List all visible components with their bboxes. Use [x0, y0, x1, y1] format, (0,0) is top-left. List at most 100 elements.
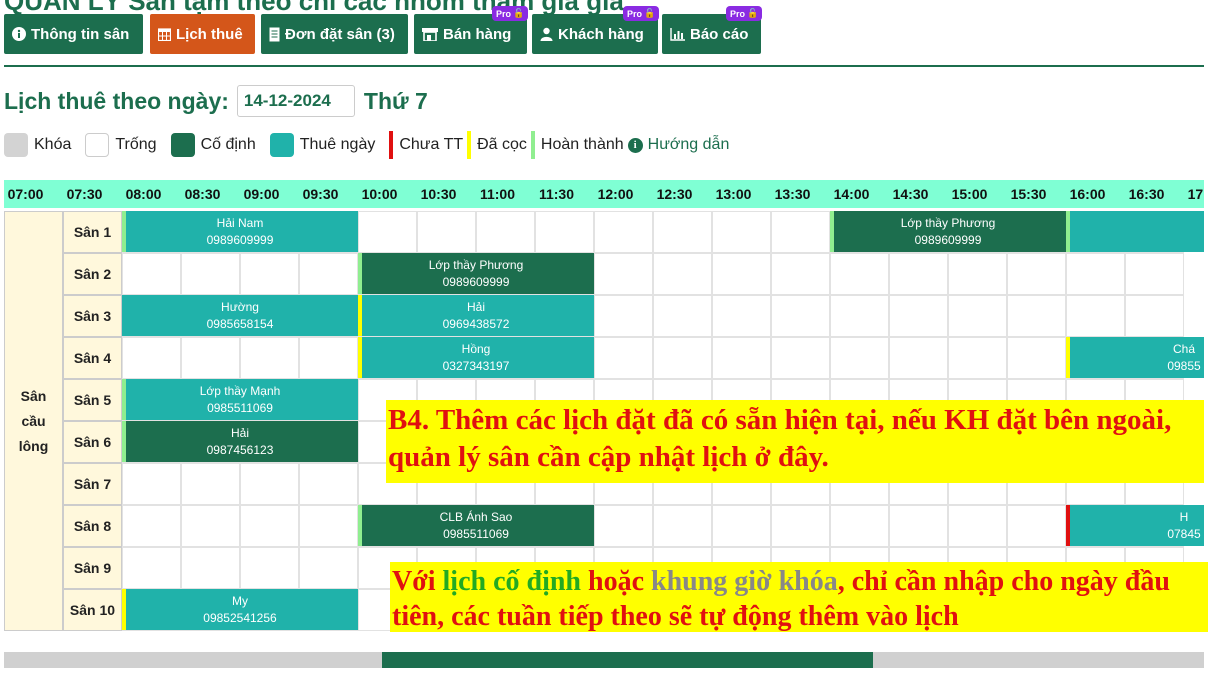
time-label: 07:30 — [66, 186, 103, 202]
time-slot-cell[interactable] — [830, 505, 889, 547]
time-slot-cell[interactable] — [122, 547, 181, 589]
date-input[interactable] — [236, 85, 355, 117]
time-slot-cell[interactable] — [653, 505, 712, 547]
time-slot-cell[interactable] — [889, 337, 948, 379]
time-label: 09:30 — [302, 186, 339, 202]
tab-customers[interactable]: Khách hàng Pro 🔓 — [532, 6, 660, 54]
booking-block[interactable]: Hồng 0327343197 — [358, 337, 594, 378]
time-slot-cell[interactable] — [948, 505, 1007, 547]
time-slot-cell[interactable] — [830, 295, 889, 337]
horizontal-scrollbar[interactable] — [4, 652, 1204, 668]
booking-block[interactable]: Hải 0987456123 — [122, 421, 358, 462]
time-slot-cell[interactable] — [594, 253, 653, 295]
time-label: 10:30 — [420, 186, 457, 202]
time-slot-cell[interactable] — [948, 337, 1007, 379]
time-slot-cell[interactable] — [1007, 253, 1066, 295]
time-slot-cell[interactable] — [299, 253, 358, 295]
booking-block[interactable]: Lớp thầy Mạnh 0985511069 — [122, 379, 358, 420]
booking-block[interactable]: Chá 09855 — [1066, 337, 1204, 378]
time-slot-cell[interactable] — [417, 211, 476, 253]
time-slot-cell[interactable] — [240, 547, 299, 589]
time-slot-cell[interactable] — [948, 295, 1007, 337]
time-slot-cell[interactable] — [181, 505, 240, 547]
time-slot-cell[interactable] — [889, 505, 948, 547]
time-slot-cell[interactable] — [594, 337, 653, 379]
time-slot-cell[interactable] — [1007, 505, 1066, 547]
time-slot-cell[interactable] — [122, 505, 181, 547]
time-slot-cell[interactable] — [830, 253, 889, 295]
time-slot-cell[interactable] — [712, 505, 771, 547]
scrollbar-thumb[interactable] — [382, 652, 873, 668]
booking-block[interactable]: My 09852541256 — [122, 589, 358, 630]
time-slot-cell[interactable] — [594, 295, 653, 337]
time-slot-cell[interactable] — [771, 295, 830, 337]
time-label: 07:00 — [7, 186, 44, 202]
time-slot-cell[interactable] — [653, 337, 712, 379]
booking-block[interactable]: Lớp thầy Phương 0989609999 — [358, 253, 594, 294]
time-slot-cell[interactable] — [771, 337, 830, 379]
tab-court-info[interactable]: Thông tin sân — [4, 14, 143, 54]
time-slot-cell[interactable] — [181, 253, 240, 295]
time-slot-cell[interactable] — [122, 463, 181, 505]
time-slot-cell[interactable] — [830, 337, 889, 379]
time-slot-cell[interactable] — [594, 211, 653, 253]
time-slot-cell[interactable] — [712, 253, 771, 295]
time-slot-cell[interactable] — [771, 211, 830, 253]
court-label: Sân 10 — [63, 589, 122, 631]
time-slot-cell[interactable] — [181, 337, 240, 379]
time-slot-cell[interactable] — [240, 463, 299, 505]
time-slot-cell[interactable] — [181, 463, 240, 505]
time-slot-cell[interactable] — [240, 253, 299, 295]
time-slot-cell[interactable] — [712, 337, 771, 379]
booking-customer-name: Hồng — [461, 341, 491, 356]
time-slot-cell[interactable] — [712, 295, 771, 337]
tab-sales[interactable]: Bán hàng Pro 🔓 — [414, 6, 529, 54]
tab-schedule[interactable]: Lịch thuê — [150, 14, 255, 54]
tab-label: Lịch thuê — [176, 25, 243, 43]
booking-block[interactable]: CLB Ánh Sao 0985511069 — [358, 505, 594, 546]
time-slot-cell[interactable] — [299, 547, 358, 589]
time-slot-cell[interactable] — [1007, 295, 1066, 337]
booking-block[interactable] — [1066, 211, 1204, 252]
time-slot-cell[interactable] — [653, 253, 712, 295]
tab-reports[interactable]: Báo cáo Pro 🔓 — [662, 6, 763, 54]
divider — [4, 65, 1204, 67]
time-slot-cell[interactable] — [181, 547, 240, 589]
time-slot-cell[interactable] — [476, 211, 535, 253]
time-slot-cell[interactable] — [299, 463, 358, 505]
time-slot-cell[interactable] — [653, 211, 712, 253]
time-slot-cell[interactable] — [1125, 253, 1184, 295]
help-link[interactable]: i Hướng dẫn — [627, 136, 729, 154]
time-slot-cell[interactable] — [948, 253, 1007, 295]
booking-block[interactable]: Lớp thầy Phương 0989609999 — [830, 211, 1066, 252]
info-icon — [12, 27, 26, 41]
time-slot-cell[interactable] — [1066, 295, 1125, 337]
time-slot-cell[interactable] — [299, 505, 358, 547]
time-slot-cell[interactable] — [535, 211, 594, 253]
time-slot-cell[interactable] — [771, 253, 830, 295]
time-slot-cell[interactable] — [299, 337, 358, 379]
booking-block[interactable]: H 07845 — [1066, 505, 1204, 546]
tab-orders[interactable]: Đơn đặt sân (3) — [261, 14, 408, 54]
time-slot-cell[interactable] — [712, 211, 771, 253]
time-slot-cell[interactable] — [358, 211, 417, 253]
time-slot-cell[interactable] — [889, 253, 948, 295]
time-slot-cell[interactable] — [122, 337, 181, 379]
court-label: Sân 1 — [63, 211, 122, 253]
date-selector-row: Lịch thuê theo ngày: Thứ 7 — [4, 84, 428, 118]
deposit-bar — [467, 131, 472, 159]
time-slot-cell[interactable] — [1125, 295, 1184, 337]
time-slot-cell[interactable] — [240, 337, 299, 379]
booking-phone: 0985511069 — [443, 526, 509, 541]
booking-block[interactable]: Hải Nam 0989609999 — [122, 211, 358, 252]
time-slot-cell[interactable] — [122, 253, 181, 295]
time-slot-cell[interactable] — [889, 295, 948, 337]
booking-block[interactable]: Hường 0985658154 — [122, 295, 358, 336]
booking-block[interactable]: Hải 0969438572 — [358, 295, 594, 336]
time-slot-cell[interactable] — [240, 505, 299, 547]
time-slot-cell[interactable] — [771, 505, 830, 547]
time-slot-cell[interactable] — [1007, 337, 1066, 379]
time-slot-cell[interactable] — [1066, 253, 1125, 295]
time-slot-cell[interactable] — [653, 295, 712, 337]
time-slot-cell[interactable] — [594, 505, 653, 547]
